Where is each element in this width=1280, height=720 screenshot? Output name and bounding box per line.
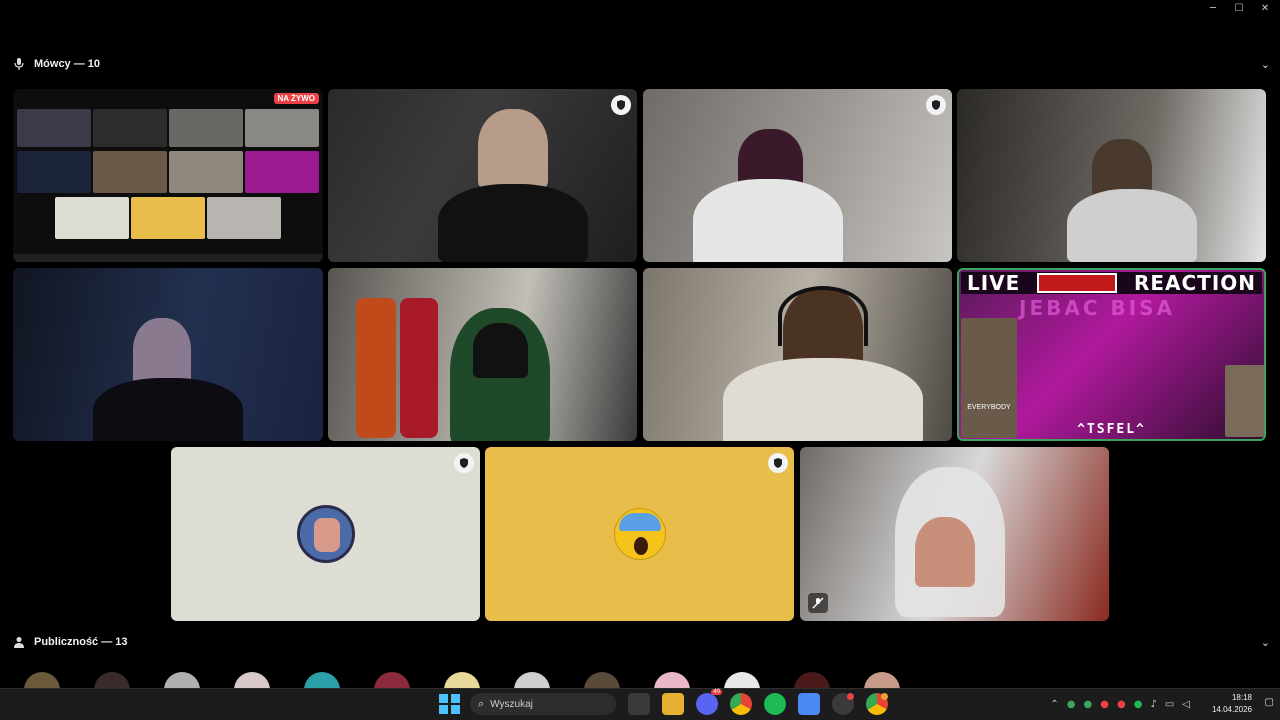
speaker-tile-2[interactable] — [643, 89, 952, 262]
microphone-icon — [12, 57, 26, 71]
taskbar: ⌕ Wyszukaj 40 ⌃ ● ● ● ● ● ♪ ▭ ◁ 18:18 14… — [0, 688, 1280, 720]
search-placeholder: Wyszukaj — [490, 698, 533, 710]
tray-app-icon[interactable]: ● — [1067, 699, 1076, 710]
bottle — [400, 298, 438, 438]
side-text: EVERYBODY — [967, 404, 1011, 411]
speaker-tile-5[interactable] — [328, 268, 637, 441]
avatar — [296, 505, 355, 563]
speaker-tile-7[interactable] — [800, 447, 1109, 621]
person-body — [1067, 189, 1197, 262]
notepad-icon[interactable] — [798, 693, 820, 715]
shield-icon — [768, 453, 788, 473]
obs-icon[interactable] — [832, 693, 854, 715]
speaker-tile-avatar-1[interactable] — [171, 447, 480, 621]
bottle — [356, 298, 396, 438]
taskbar-apps: ⌕ Wyszukaj 40 — [438, 689, 888, 715]
screen-share-tile[interactable]: NA ŻYWO — [13, 89, 323, 262]
tray-spotify-icon[interactable]: ● — [1134, 699, 1143, 710]
muted-microphone-icon — [808, 593, 828, 613]
reaction-label: REACTION — [1133, 271, 1256, 295]
live-label: LIVE — [967, 271, 1021, 295]
ticker-text: JEBAC BISA — [1019, 296, 1176, 320]
discord-badge: 40 — [711, 689, 722, 695]
audience-title: Publiczność — 13 — [34, 636, 128, 648]
avatar-forehead — [618, 513, 661, 531]
tray-app-icon[interactable]: ● — [1100, 699, 1109, 710]
mini-tile — [93, 151, 167, 193]
side-images — [961, 318, 1017, 438]
screaming-face-avatar — [613, 508, 666, 560]
speaker-tile-1[interactable] — [328, 89, 637, 262]
mini-tile — [17, 109, 91, 147]
taskbar-search[interactable]: ⌕ Wyszukaj — [470, 693, 616, 715]
speaker-tile-6[interactable] — [643, 268, 952, 441]
mini-tile — [245, 109, 319, 147]
speaker-tile-avatar-2[interactable] — [485, 447, 794, 621]
maximize-button[interactable]: ☐ — [1232, 3, 1246, 14]
mini-tile — [93, 109, 167, 147]
speaker-tile-reaction[interactable]: LIVE REACTION JEBAC BISA EVERYBODY ^TSFE… — [957, 268, 1266, 441]
mini-tile — [131, 197, 205, 239]
person-body — [693, 179, 843, 262]
mini-tile — [55, 197, 129, 239]
mini-taskbar — [13, 254, 323, 262]
chevron-down-icon[interactable]: ⌄ — [1261, 58, 1270, 71]
clock-time: 18:18 — [1231, 693, 1252, 702]
tray-app-icon[interactable]: ● — [1117, 699, 1126, 710]
tray-app-icon[interactable]: ● — [1084, 699, 1093, 710]
live-reaction-banner: LIVE REACTION — [961, 271, 1262, 295]
banner-logo — [1037, 273, 1118, 293]
audience-icon — [12, 635, 26, 649]
discord-stage-window: ─ ☐ ✕ Mówcy — 10 ⌄ NA ŻYWO LIVE REACTION… — [0, 0, 1280, 708]
clock[interactable]: 18:18 14.04.2026 — [1212, 692, 1252, 716]
file-explorer-icon[interactable] — [662, 693, 684, 715]
mini-tile — [245, 151, 319, 193]
avatar-figure — [313, 518, 340, 552]
volume-icon[interactable]: ◁ — [1182, 699, 1190, 710]
search-icon: ⌕ — [478, 697, 485, 710]
chrome-icon-2[interactable] — [866, 693, 888, 715]
minimize-button[interactable]: ─ — [1206, 3, 1220, 14]
notification-icon[interactable]: ▢ — [1265, 697, 1274, 708]
window-controls: ─ ☐ ✕ — [1206, 0, 1272, 16]
speakers-title: Mówcy — 10 — [34, 58, 101, 70]
person-face — [915, 517, 975, 587]
task-view-icon[interactable] — [628, 693, 650, 715]
mini-tile — [207, 197, 281, 239]
headphones — [778, 286, 868, 346]
mini-tile — [17, 151, 91, 193]
speaker-tile-3[interactable] — [957, 89, 1266, 262]
person — [478, 109, 548, 189]
shield-icon — [611, 95, 631, 115]
shield-icon — [926, 95, 946, 115]
speakers-header[interactable]: Mówcy — 10 ⌄ — [12, 53, 1270, 75]
chrome-icon[interactable] — [730, 693, 752, 715]
network-icon[interactable]: ▭ — [1165, 699, 1174, 710]
windows-start-icon[interactable] — [438, 693, 460, 715]
mini-tile — [169, 151, 243, 193]
shield-icon — [454, 453, 474, 473]
close-button[interactable]: ✕ — [1258, 3, 1272, 14]
tray-microphone-icon[interactable]: ♪ — [1150, 699, 1156, 710]
audience-header[interactable]: Publiczność — 13 ⌄ — [12, 631, 1270, 653]
live-badge: NA ŻYWO — [273, 93, 319, 104]
mini-tile — [169, 109, 243, 147]
discord-icon[interactable]: 40 — [696, 689, 722, 715]
person-body — [723, 358, 923, 441]
person-mask — [473, 323, 528, 378]
clock-date: 14.04.2026 — [1211, 705, 1252, 714]
system-tray: ⌃ ● ● ● ● ● ♪ ▭ ◁ — [1050, 693, 1190, 715]
chevron-up-icon[interactable]: ⌃ — [1050, 699, 1058, 710]
speaker-tile-4[interactable] — [13, 268, 323, 441]
person-body — [93, 378, 243, 441]
spotify-icon[interactable] — [764, 693, 786, 715]
tsfel-tag: ^TSFEL^ — [1077, 422, 1146, 437]
avatar-mouth — [633, 537, 648, 555]
chevron-down-icon[interactable]: ⌄ — [1261, 636, 1270, 649]
person-body — [438, 184, 588, 262]
